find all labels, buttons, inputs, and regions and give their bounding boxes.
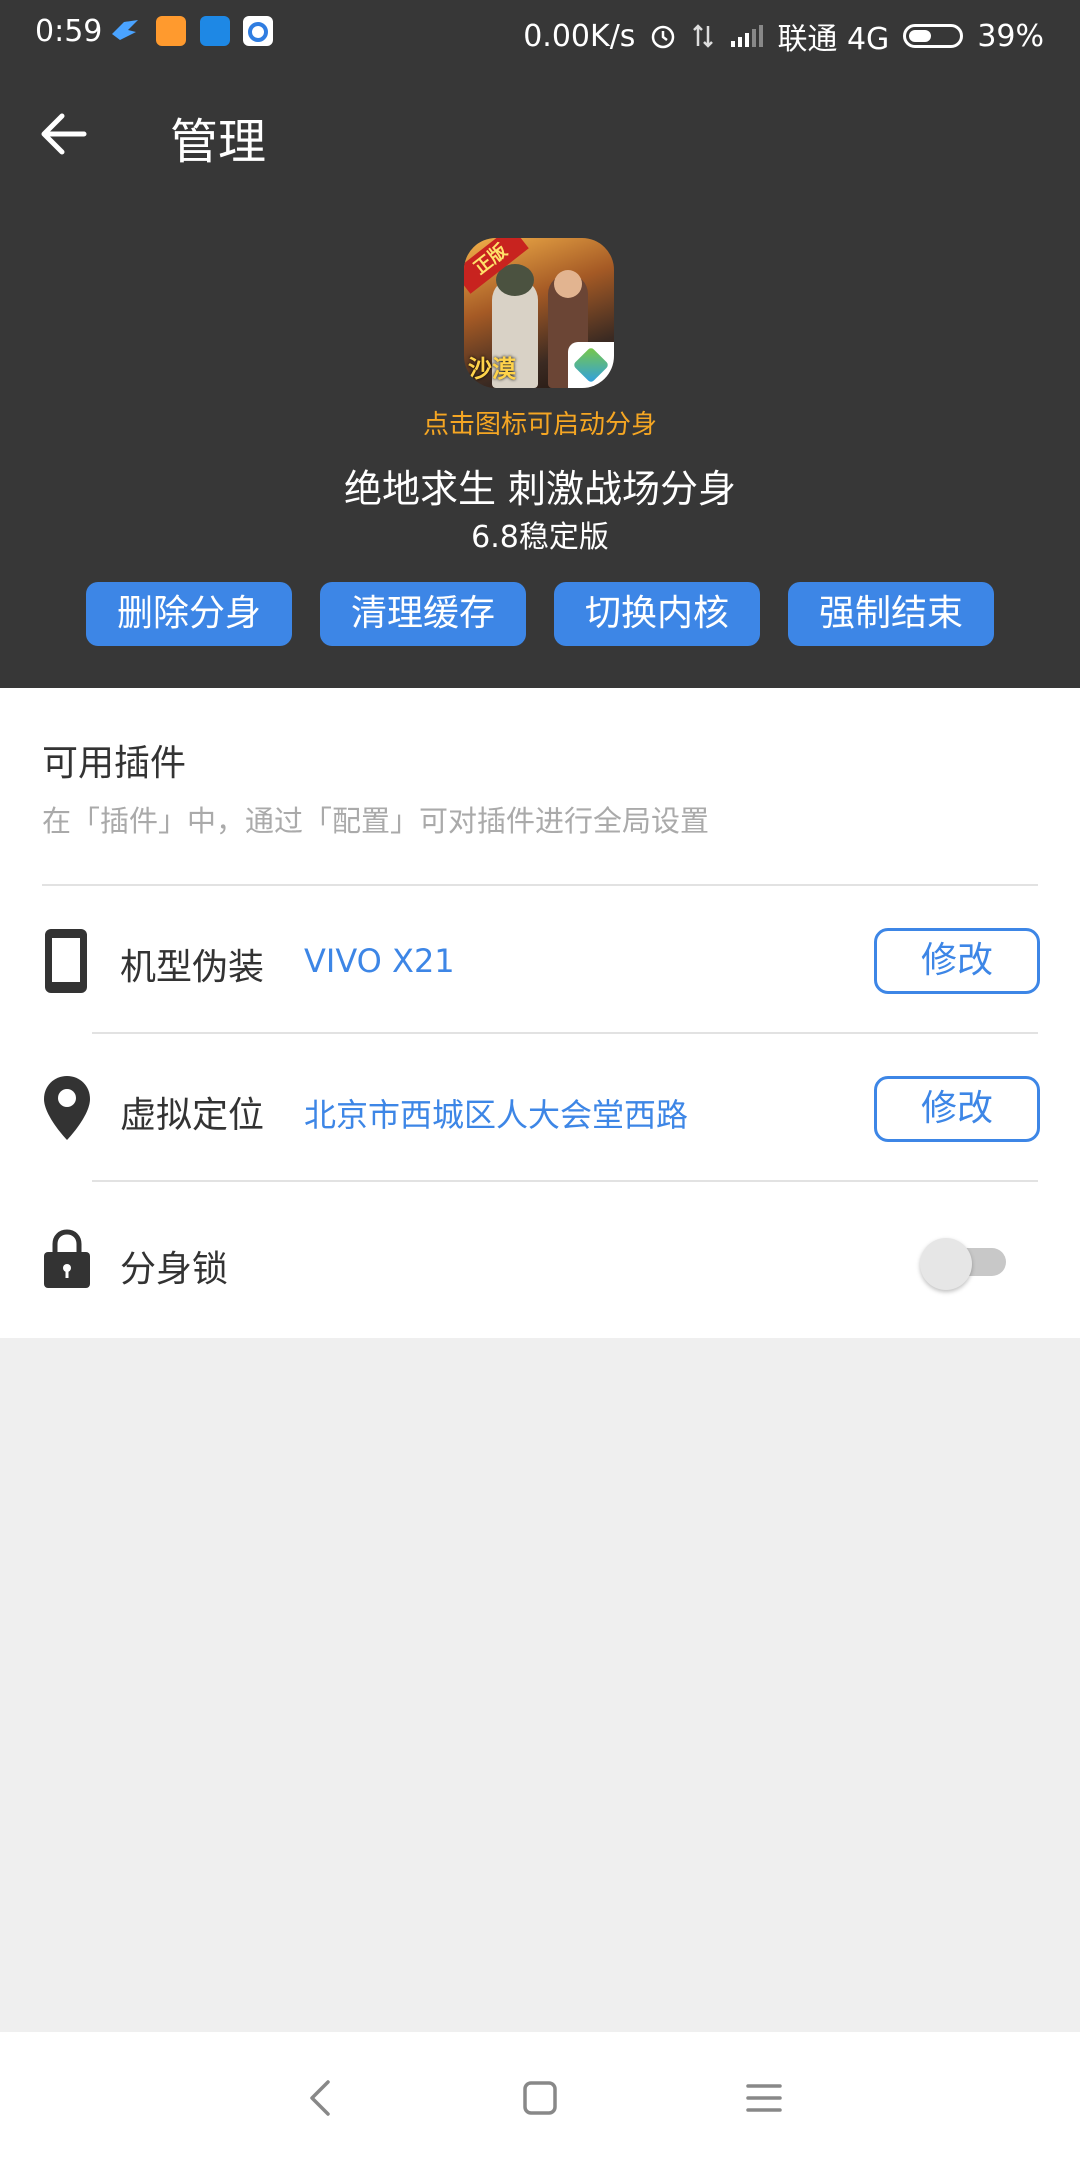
nav-back-icon[interactable] [290, 2068, 350, 2128]
status-time: 0:59 [35, 14, 103, 49]
status-bar: 0:59 0.00K/s 联通 4G 39% [0, 0, 1080, 64]
system-navbar [0, 2032, 1080, 2160]
location-value: 北京市西城区人大会堂西路 [304, 1096, 689, 1134]
device-modify-button[interactable]: 修改 [874, 928, 1040, 994]
device-disguise-label: 机型伪装 [120, 947, 265, 988]
browser-app-icon [243, 16, 273, 46]
app-launch-icon[interactable]: 正版 沙漠 [464, 238, 614, 388]
plugins-title: 可用插件 [42, 743, 187, 784]
clear-cache-button[interactable]: 清理缓存 [320, 582, 526, 646]
carrier-label: 联通 4G [777, 22, 890, 57]
network-speed: 0.00K/s [523, 18, 636, 54]
back-arrow-icon[interactable] [38, 108, 90, 160]
lock-icon [44, 1229, 90, 1288]
status-right: 0.00K/s 联通 4G 39% [523, 14, 1044, 58]
location-pin-icon [44, 1076, 90, 1140]
plugins-subtitle: 在「插件」中，通过「配置」可对插件进行全局设置 [42, 804, 710, 838]
icon-label-text: 沙漠 [468, 355, 516, 383]
clone-lock-toggle[interactable] [920, 1232, 1010, 1290]
clone-badge-icon [568, 342, 614, 388]
app-version: 6.8稳定版 [471, 520, 609, 555]
action-buttons: 删除分身 清理缓存 切换内核 强制结束 [86, 582, 994, 646]
bird-app-icon [112, 20, 138, 40]
plugins-panel: 可用插件 在「插件」中，通过「配置」可对插件进行全局设置 机型伪装 VIVO X… [0, 688, 1080, 1338]
signal-icon [731, 25, 764, 47]
virtual-location-label: 虚拟定位 [120, 1095, 265, 1136]
force-stop-button[interactable]: 强制结束 [788, 582, 994, 646]
divider [42, 884, 1038, 886]
data-transfer-icon [693, 24, 714, 48]
clone-lock-label: 分身锁 [120, 1249, 229, 1290]
delete-clone-button[interactable]: 删除分身 [86, 582, 292, 646]
battery-icon [903, 24, 964, 48]
header-area: 0:59 0.00K/s 联通 4G 39% 管理 正版 沙漠 点击图标可启动分… [0, 0, 1080, 688]
device-model-value: VIVO X21 [304, 942, 455, 980]
uc-browser-icon [156, 16, 186, 46]
file-app-icon [200, 16, 230, 46]
launch-hint: 点击图标可启动分身 [422, 410, 657, 440]
divider [92, 1032, 1038, 1034]
switch-kernel-button[interactable]: 切换内核 [554, 582, 760, 646]
phone-icon [45, 929, 87, 993]
location-modify-button[interactable]: 修改 [874, 1076, 1040, 1142]
nav-home-icon[interactable] [510, 2068, 570, 2128]
divider [92, 1180, 1038, 1182]
page-title: 管理 [170, 114, 267, 170]
alarm-icon [652, 25, 675, 49]
nav-menu-icon[interactable] [734, 2068, 794, 2128]
app-name: 绝地求生 刺激战场分身 [343, 467, 737, 511]
battery-percent: 39% [977, 18, 1044, 54]
